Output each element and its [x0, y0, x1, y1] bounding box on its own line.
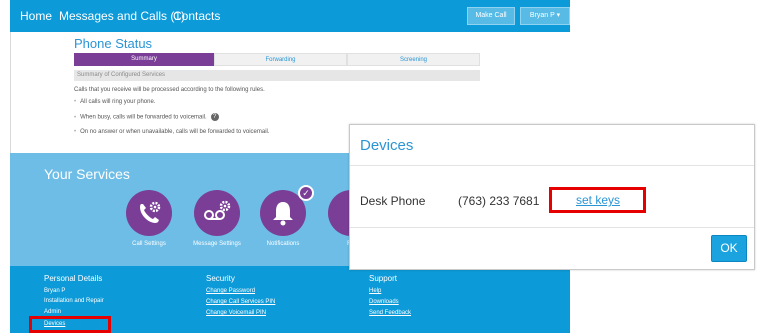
call-settings-label: Call Settings: [132, 241, 166, 247]
nav-messages-link[interactable]: Messages and Calls (1): [59, 9, 185, 23]
rule-item: • When busy, calls will be forwarded to v…: [74, 113, 219, 121]
phone-status-tabs: Summary Forwarding Screening: [74, 53, 480, 66]
message-settings-label: Message Settings: [193, 241, 241, 247]
top-nav-bar: Home Messages and Calls (1) Contacts Mak…: [10, 0, 570, 32]
footer-link-user[interactable]: Bryan P: [44, 288, 65, 294]
info-icon[interactable]: ?: [210, 113, 219, 121]
footer-link-installation[interactable]: Installation and Repair: [44, 298, 104, 304]
rule-item: • All calls will ring your phone.: [74, 99, 155, 105]
dialog-divider: [350, 165, 754, 166]
footer-link-change-password[interactable]: Change Password: [206, 288, 255, 294]
rule-text: On no answer or when unavailable, calls …: [80, 129, 270, 135]
rule-text: When busy, calls will be forwarded to vo…: [80, 114, 207, 121]
tab-summary[interactable]: Summary: [74, 53, 214, 66]
support-heading: Support: [369, 274, 398, 283]
rule-text: All calls will ring your phone.: [80, 99, 156, 105]
bullet-icon: •: [74, 99, 77, 105]
phone-gear-icon: [140, 201, 161, 223]
set-keys-link[interactable]: set keys: [576, 193, 620, 207]
user-menu-button[interactable]: Bryan P ▾: [520, 7, 570, 25]
bullet-icon: •: [74, 129, 77, 135]
devices-highlight-box: [29, 316, 111, 333]
footer-link-change-voicemail-pin[interactable]: Change Voicemail PIN: [206, 310, 266, 316]
summary-intro: Calls that you receive will be processed…: [74, 87, 265, 93]
voicemail-gear-icon: [204, 200, 231, 220]
devices-dialog: Devices Desk Phone (763) 233 7681 set ke…: [349, 124, 755, 270]
nav-contacts-link[interactable]: Contacts: [173, 9, 220, 23]
ok-button[interactable]: OK: [711, 235, 747, 262]
phone-status-title: Phone Status: [74, 36, 153, 51]
security-heading: Security: [206, 274, 235, 283]
dialog-divider: [350, 227, 754, 228]
notifications-label: Notifications: [266, 241, 300, 247]
tab-screening[interactable]: Screening: [347, 53, 480, 66]
dialog-title: Devices: [360, 137, 414, 154]
make-call-button[interactable]: Make Call: [467, 7, 515, 25]
footer-link-help[interactable]: Help: [369, 288, 381, 294]
nav-home-link[interactable]: Home: [20, 9, 52, 23]
check-badge-icon: ✓: [298, 185, 314, 201]
footer-link-admin[interactable]: Admin: [44, 309, 61, 315]
bullet-icon: •: [74, 114, 77, 121]
services-title: Your Services: [44, 166, 130, 182]
set-keys-highlight-box: set keys: [549, 187, 646, 213]
call-settings-button[interactable]: [126, 190, 172, 236]
footer-link-send-feedback[interactable]: Send Feedback: [369, 310, 411, 316]
device-number: (763) 233 7681: [458, 194, 540, 208]
rule-item: • On no answer or when unavailable, calls…: [74, 129, 270, 135]
tab-forwarding[interactable]: Forwarding: [214, 53, 347, 66]
app-stage: Home Messages and Calls (1) Contacts Mak…: [0, 0, 770, 333]
message-settings-button[interactable]: [194, 190, 240, 236]
footer-link-change-pin[interactable]: Change Call Services PIN: [206, 299, 275, 305]
device-name: Desk Phone: [360, 194, 426, 208]
footer-link-downloads[interactable]: Downloads: [369, 299, 399, 305]
personal-details-heading: Personal Details: [44, 274, 103, 283]
summary-header: Summary of Configured Services: [74, 70, 480, 81]
